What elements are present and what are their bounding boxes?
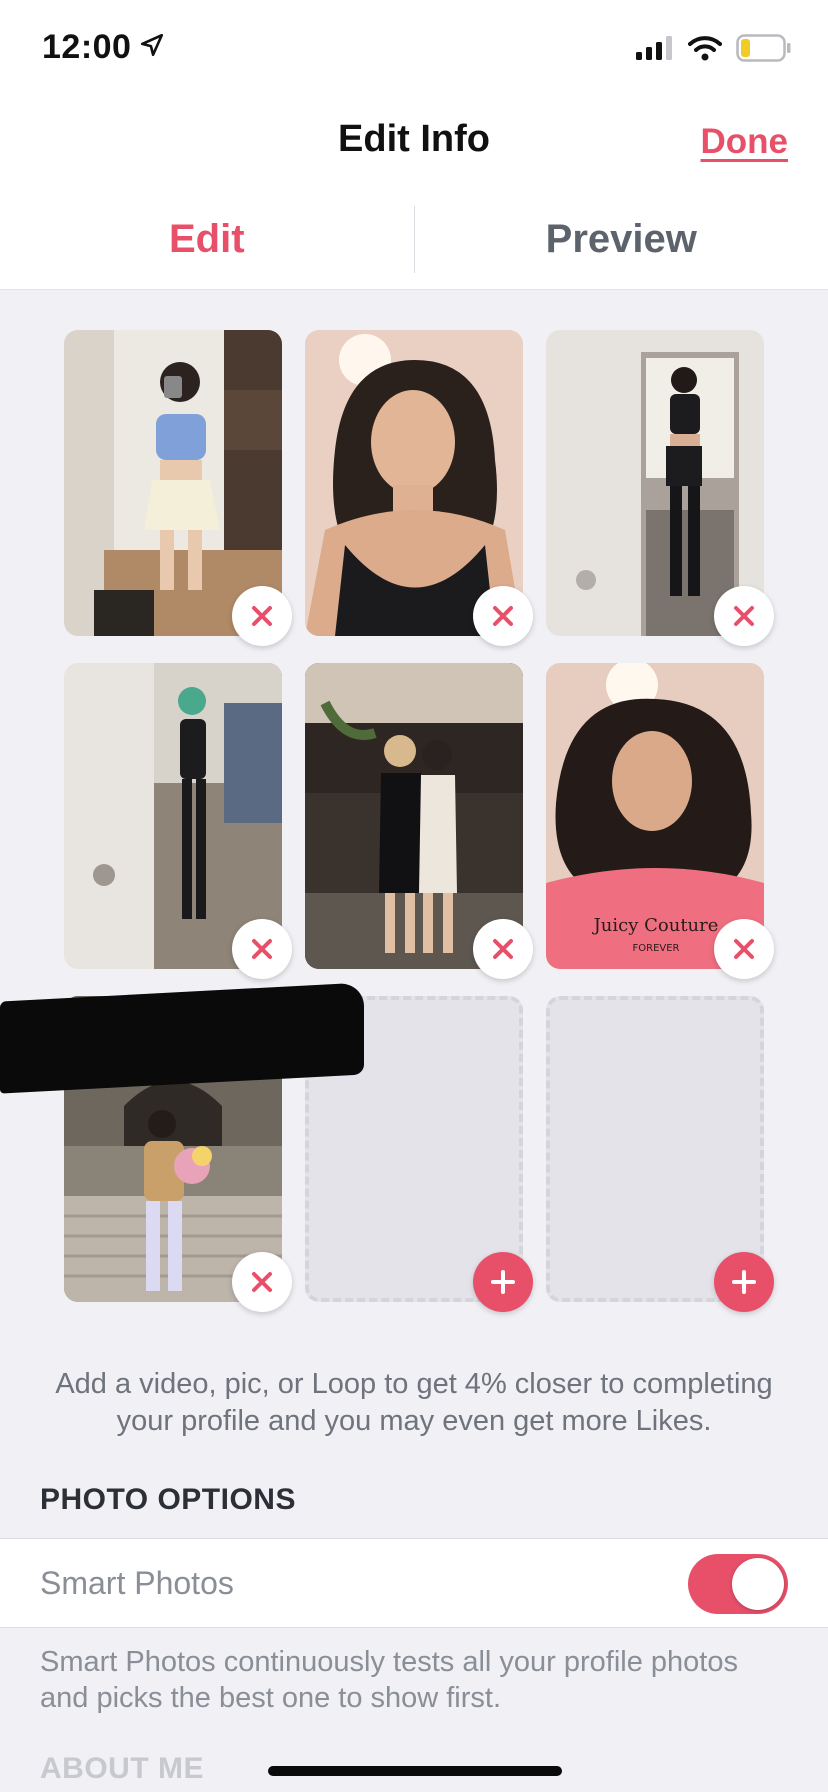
smart-photos-label: Smart Photos [40,1565,234,1601]
edit-preview-tabs: Edit Preview [0,190,828,290]
photo-options-heading: PHOTO OPTIONS [40,1483,296,1516]
status-icons [636,34,792,67]
smart-photos-toggle[interactable] [688,1554,788,1614]
done-button[interactable]: Done [701,122,789,162]
location-arrow-icon [139,28,165,67]
signal-icon [636,36,674,65]
remove-photo-button[interactable] [232,919,292,979]
photo-slot-1[interactable] [64,330,292,646]
photo-slot-3[interactable] [546,330,774,646]
plus-icon [732,1270,756,1294]
smart-photos-row: Smart Photos [0,1538,828,1628]
add-photo-button[interactable] [473,1252,533,1312]
close-icon [493,939,513,959]
photo-grid: Juicy Couture FOREVER [64,330,774,1312]
battery-low-icon [736,34,792,67]
close-icon [252,1272,272,1292]
clock-text: 12:00 [42,28,132,66]
svg-text:Juicy Couture: Juicy Couture [592,915,719,936]
smart-photos-description: Smart Photos continuously tests all your… [40,1646,738,1714]
wifi-icon [688,35,722,66]
remove-photo-button[interactable] [714,919,774,979]
profile-completion-hint: Add a video, pic, or Loop to get 4% clos… [55,1368,773,1437]
home-indicator [268,1766,562,1776]
photo-slot-9[interactable] [546,996,774,1312]
status-bar: 12:00 [0,0,828,100]
tab-preview[interactable]: Preview [415,190,828,289]
remove-photo-button[interactable] [473,586,533,646]
photo-slot-6[interactable]: Juicy Couture FOREVER [546,663,774,979]
tab-edit[interactable]: Edit [0,190,414,289]
close-icon [493,606,513,626]
plus-icon [491,1270,515,1294]
close-icon [252,606,272,626]
add-photo-button[interactable] [714,1252,774,1312]
redaction-mark [0,982,364,1094]
remove-photo-button[interactable] [473,919,533,979]
about-me-heading: ABOUT ME [40,1752,204,1785]
photo-slot-2[interactable] [305,330,533,646]
close-icon [252,939,272,959]
toggle-knob [732,1558,784,1610]
svg-text:FOREVER: FOREVER [633,943,680,954]
close-icon [734,606,754,626]
remove-photo-button[interactable] [714,586,774,646]
header: Edit Info Done [0,100,828,190]
close-icon [734,939,754,959]
status-time: 12:00 [42,28,165,67]
photo-slot-4[interactable] [64,663,292,979]
remove-photo-button[interactable] [232,586,292,646]
photo-slot-5[interactable] [305,663,533,979]
remove-photo-button[interactable] [232,1252,292,1312]
